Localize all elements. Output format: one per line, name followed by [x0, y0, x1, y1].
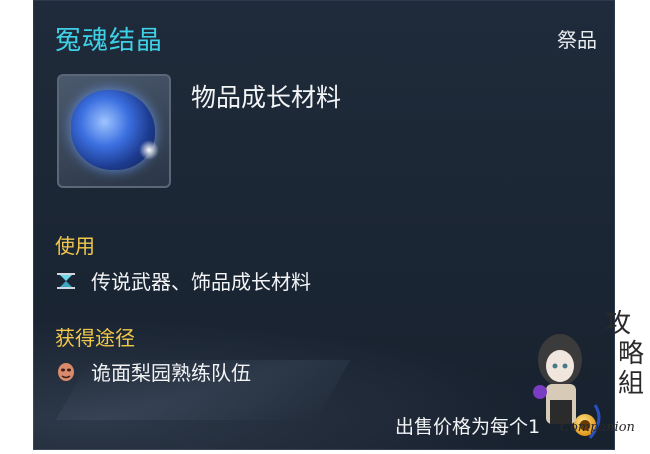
sparkle-icon [139, 140, 159, 160]
mask-icon [55, 361, 77, 383]
usage-text: 传说武器、饰品成长材料 [91, 270, 311, 294]
svg-text:組: 組 [618, 369, 644, 399]
watermark-text: Companion [560, 420, 635, 435]
svg-text:略: 略 [618, 339, 644, 369]
obtain-row: 诡面梨园熟练队伍 [55, 357, 251, 386]
item-category: 祭品 [557, 28, 597, 52]
obtain-header: 获得途径 [55, 326, 135, 350]
item-description: 物品成长材料 [191, 83, 342, 112]
obtain-text: 诡面梨园熟练队伍 [91, 361, 251, 385]
hourglass-icon [55, 270, 77, 292]
svg-text:攻: 攻 [605, 310, 631, 339]
usage-header: 使用 [55, 234, 95, 258]
item-icon-frame [57, 74, 171, 188]
usage-row: 传说武器、饰品成长材料 [55, 266, 311, 295]
item-name: 冤魂结晶 [55, 26, 164, 56]
